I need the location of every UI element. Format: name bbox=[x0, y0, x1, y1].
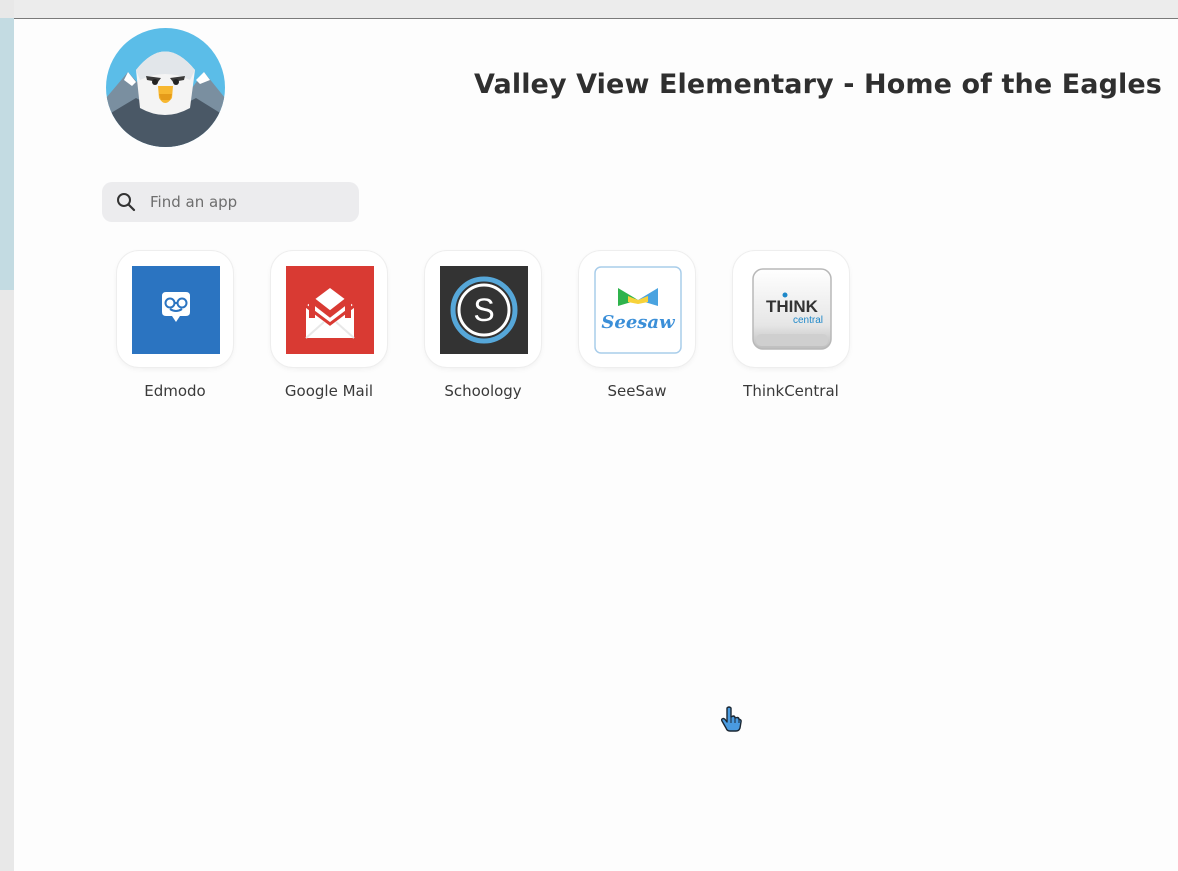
hand-pointer-icon bbox=[720, 706, 742, 732]
search-input[interactable] bbox=[150, 182, 350, 222]
app-label: Edmodo bbox=[144, 382, 206, 400]
app-tile-frame: S bbox=[425, 251, 541, 367]
seesaw-wordmark: Seesaw bbox=[601, 312, 676, 333]
app-tile-schoology[interactable]: S Schoology bbox=[423, 251, 543, 400]
app-tile-frame: THINK central bbox=[733, 251, 849, 367]
app-tile-thinkcentral[interactable]: THINK central ThinkCentral bbox=[731, 251, 851, 400]
window-top-bar bbox=[0, 0, 1178, 19]
app-tile-frame bbox=[271, 251, 387, 367]
app-label: ThinkCentral bbox=[743, 382, 839, 400]
app-label: SeeSaw bbox=[607, 382, 667, 400]
launchpad-page: Valley View Elementary - Home of the Eag… bbox=[14, 19, 1178, 871]
seesaw-icon: Seesaw bbox=[594, 266, 682, 354]
app-tile-edmodo[interactable]: Edmodo bbox=[115, 251, 235, 400]
schoology-icon: S bbox=[440, 266, 528, 354]
think-wordmark: THINK bbox=[766, 297, 819, 316]
gmail-icon bbox=[286, 266, 374, 354]
app-label: Google Mail bbox=[284, 382, 374, 400]
search-icon bbox=[117, 193, 136, 212]
svg-text:S: S bbox=[473, 292, 494, 328]
search-bar[interactable] bbox=[102, 182, 359, 222]
page-title: Valley View Elementary - Home of the Eag… bbox=[474, 69, 1162, 100]
edmodo-icon bbox=[132, 266, 220, 354]
central-wordmark: central bbox=[793, 315, 823, 326]
app-tile-frame: Seesaw bbox=[579, 251, 695, 367]
thinkcentral-icon: THINK central bbox=[752, 268, 832, 350]
eagle-mascot-icon bbox=[106, 28, 225, 147]
app-label: Schoology bbox=[444, 382, 522, 400]
app-tile-seesaw[interactable]: Seesaw SeeSaw bbox=[577, 251, 697, 400]
left-accent-bar bbox=[0, 18, 14, 290]
app-tile-frame bbox=[117, 251, 233, 367]
app-tile-google-mail[interactable]: Google Mail bbox=[269, 251, 389, 400]
